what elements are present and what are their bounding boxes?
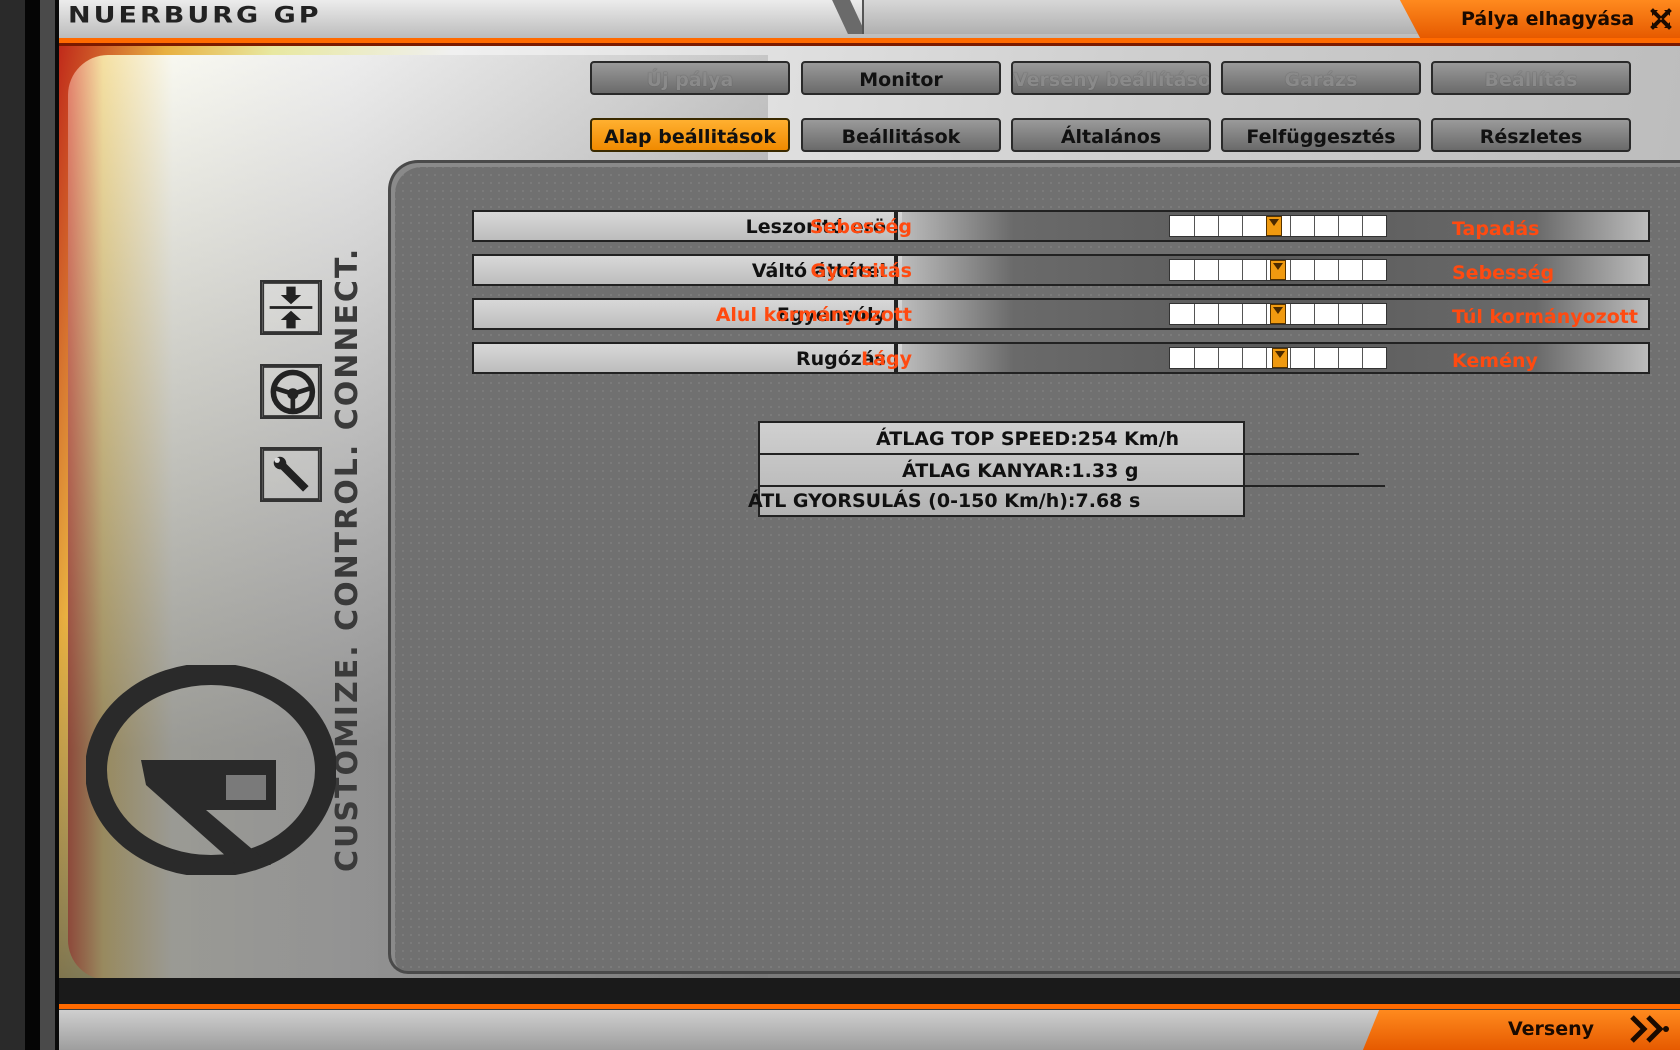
slider-tick: [1194, 304, 1195, 324]
slider-thumb[interactable]: [1266, 216, 1282, 236]
steering-wheel-icon[interactable]: [260, 364, 322, 419]
left-rail-mid: [40, 0, 55, 1050]
tab-detailed[interactable]: Részletes: [1431, 118, 1631, 152]
slider-tick: [1290, 304, 1291, 324]
springs-slider[interactable]: [1169, 347, 1387, 369]
slider-min-label: Sebesség: [809, 216, 912, 238]
setting-row-balance: Egyensúly Alul kormányozott Túl kormányo…: [472, 298, 1650, 330]
compress-arrows-icon[interactable]: [260, 280, 322, 335]
slider-tick: [1338, 348, 1339, 368]
tab-general[interactable]: Általános: [1011, 118, 1211, 152]
footer-accent-line: [59, 1004, 1680, 1009]
slider-tick: [1362, 260, 1363, 280]
balance-slider[interactable]: [1169, 303, 1387, 325]
exit-track-label[interactable]: Pálya elhagyása: [1461, 8, 1634, 30]
tab-new-track[interactable]: Új pálya: [590, 61, 790, 95]
setting-row-gear-ratio: Váltó áttétel Gyorsitás Sebesség: [472, 254, 1650, 286]
slider-max-label: Túl kormányozott: [1452, 306, 1638, 328]
slider-tick: [1338, 260, 1339, 280]
slider-max-label: Tapadás: [1452, 218, 1540, 240]
left-rail: [0, 0, 25, 1050]
stats-box: ÁTLAG TOP SPEED:254 Km/h ÁTLAG KANYAR:1.…: [748, 421, 1385, 517]
slider-tick: [1362, 216, 1363, 236]
slider-min-label: Gyorsitás: [810, 260, 912, 282]
track-title: NUERBURG GP: [68, 3, 322, 29]
slider-tick: [1218, 348, 1219, 368]
slider-tick: [1218, 260, 1219, 280]
slider-tick: [1314, 348, 1315, 368]
slider-tick: [1290, 260, 1291, 280]
slider-tick: [1314, 304, 1315, 324]
slider-tick: [1338, 216, 1339, 236]
slider-tick: [1290, 348, 1291, 368]
footer-shadow: [59, 978, 1680, 1004]
slider-thumb[interactable]: [1270, 260, 1286, 280]
slider-tick: [1266, 348, 1267, 368]
slider-tick: [1242, 348, 1243, 368]
tab-garage[interactable]: Garázs: [1221, 61, 1421, 95]
wrench-icon[interactable]: [260, 447, 322, 502]
left-rail-dark: [25, 0, 40, 1050]
slider-tick: [1362, 348, 1363, 368]
setting-row-springs: Rugózás Lágy Kemény: [472, 342, 1650, 374]
slider-tick: [1314, 260, 1315, 280]
slider-tick: [1218, 304, 1219, 324]
slider-tick: [1194, 348, 1195, 368]
tab-suspension[interactable]: Felfüggesztés: [1221, 118, 1421, 152]
tab-monitor[interactable]: Monitor: [801, 61, 1001, 95]
slider-tick: [1290, 216, 1291, 236]
stat-cornering: ÁTLAG KANYAR:1.33 g: [760, 455, 1385, 487]
title-bar-right: [862, 0, 1434, 34]
slider-tick: [1242, 216, 1243, 236]
slider-tick: [1314, 216, 1315, 236]
gear-ratio-slider[interactable]: [1169, 259, 1387, 281]
double-chevron-right-icon[interactable]: [1628, 1013, 1673, 1045]
tab-settings[interactable]: Beállitások: [801, 118, 1001, 152]
slider-tick: [1242, 304, 1243, 324]
downforce-slider[interactable]: [1169, 215, 1387, 237]
slider-tick: [1194, 216, 1195, 236]
r-logo-icon: [86, 665, 336, 875]
slider-max-label: Sebesség: [1452, 262, 1555, 284]
stat-acceleration: ÁTL GYORSULÁS (0-150 Km/h):7.68 s: [748, 490, 1141, 512]
race-label[interactable]: Verseny: [1508, 1018, 1594, 1040]
tab-setup[interactable]: Beállítás: [1431, 61, 1631, 95]
slider-tick: [1266, 260, 1267, 280]
slider-tick: [1266, 304, 1267, 324]
tagline: CUSTOMIZE. CONTROL. CONNECT.: [330, 246, 365, 872]
slider-tick: [1194, 260, 1195, 280]
slider-tick: [1362, 304, 1363, 324]
slider-min-label: Alul kormányozott: [715, 304, 912, 326]
slider-min-label: Lágy: [861, 348, 912, 370]
tab-basic-settings[interactable]: Alap beállitások: [590, 118, 790, 152]
setting-row-downforce: Leszoritó erö Sebesség Tapadás: [472, 210, 1650, 242]
slider-thumb[interactable]: [1272, 348, 1288, 368]
close-x-icon[interactable]: [1650, 8, 1672, 30]
slider-tick: [1338, 304, 1339, 324]
slider-tick: [1242, 260, 1243, 280]
slider-tick: [1218, 216, 1219, 236]
tab-race-settings[interactable]: Verseny beállítások: [1011, 61, 1211, 95]
slider-max-label: Kemény: [1452, 350, 1538, 372]
stat-top-speed: ÁTLAG TOP SPEED:254 Km/h: [760, 423, 1359, 455]
slider-thumb[interactable]: [1270, 304, 1286, 324]
